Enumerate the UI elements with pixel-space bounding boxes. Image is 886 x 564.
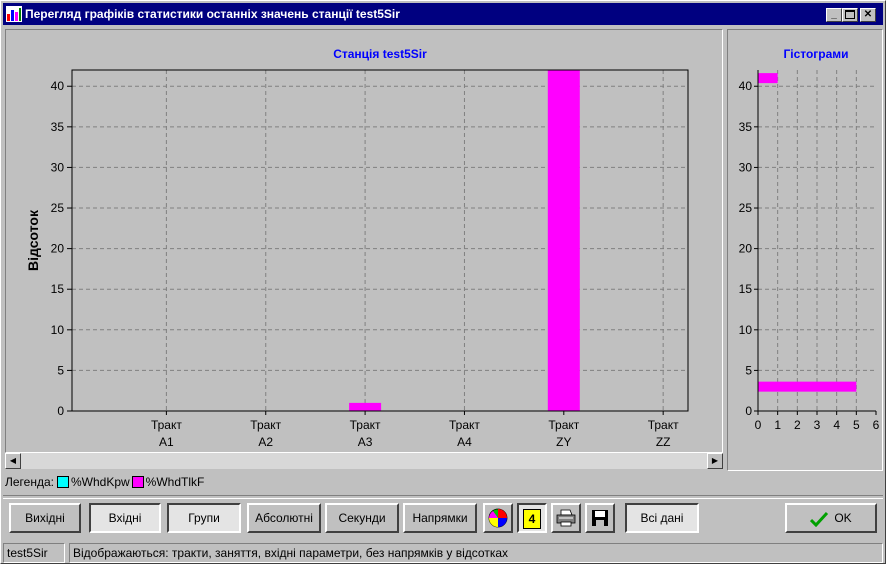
minimize-icon: _ xyxy=(831,9,837,20)
counter-icon: 4 xyxy=(523,509,541,529)
incoming-button[interactable]: Вхідні xyxy=(89,503,161,533)
save-icon xyxy=(592,510,608,526)
x-tick-label: Тракт xyxy=(548,418,579,432)
bar-whdtlkf-a3 xyxy=(349,402,382,411)
pie-chart-button[interactable] xyxy=(483,503,513,533)
y-tick-label: 25 xyxy=(739,201,753,215)
print-button[interactable] xyxy=(551,503,581,533)
main-chart: Станція test5Sir 0 5 10 15 20 25 30 35 40 Тракт A1 Т… xyxy=(25,47,689,449)
printer-icon xyxy=(556,509,576,527)
status-station: test5Sir xyxy=(3,543,65,563)
scroll-left-button[interactable]: ◀ xyxy=(5,453,21,469)
x-tick-label: ZZ xyxy=(656,435,671,449)
x-tick-label: A2 xyxy=(258,435,273,449)
y-tick-label: 10 xyxy=(739,323,753,337)
arrow-left-icon: ◀ xyxy=(9,456,17,465)
y-tick-label: 25 xyxy=(51,201,65,215)
save-button[interactable] xyxy=(585,503,615,533)
x-tick-label: 3 xyxy=(814,418,821,432)
checkmark-icon xyxy=(810,511,829,527)
histogram-panel: Гістограми 0 5 10 15 20 25 30 35 40 0 1 2 3 4 5 6 xyxy=(727,29,883,471)
x-tick-label: 2 xyxy=(794,418,801,432)
close-icon: ✕ xyxy=(863,9,873,20)
all-data-button[interactable]: Всі дані xyxy=(625,503,699,533)
legend-swatch-whdtlkf xyxy=(131,475,144,488)
x-tick-label: Тракт xyxy=(449,418,480,432)
legend-item-whdkpw: %WhdKpw xyxy=(70,475,130,489)
y-tick-label: 40 xyxy=(739,79,753,93)
x-tick-label: A3 xyxy=(358,435,373,449)
horizontal-scrollbar[interactable]: ◀ ▶ xyxy=(5,453,723,469)
bar-whdtlkf-zy xyxy=(547,70,580,411)
arrow-right-icon: ▶ xyxy=(711,456,719,465)
y-tick-label: 15 xyxy=(739,282,753,296)
seconds-button[interactable]: Секунди xyxy=(325,503,399,533)
chart-app-icon xyxy=(6,6,22,22)
x-tick-label: 0 xyxy=(755,418,762,432)
legend-label: Легенда: xyxy=(5,475,54,489)
x-tick-label: A1 xyxy=(159,435,174,449)
x-tick-label: 1 xyxy=(774,418,781,432)
window-title: Перегляд графіків статистики останніх зн… xyxy=(25,7,400,21)
x-tick-label: 6 xyxy=(873,418,880,432)
y-tick-label: 20 xyxy=(739,242,753,256)
y-tick-label: 35 xyxy=(739,120,753,134)
maximize-button[interactable] xyxy=(842,8,858,22)
x-tick-label: Тракт xyxy=(648,418,679,432)
groups-button[interactable]: Групи xyxy=(167,503,241,533)
x-tick-label: A4 xyxy=(457,435,472,449)
y-tick-label: 0 xyxy=(57,404,64,418)
histogram-bar xyxy=(758,381,857,392)
toolbar-separator xyxy=(3,495,883,499)
y-tick-label: 5 xyxy=(57,363,64,377)
y-tick-label: 5 xyxy=(745,363,752,377)
y-axis-label: Відсоток xyxy=(25,209,41,271)
outgoing-button[interactable]: Вихідні xyxy=(9,503,81,533)
directions-button[interactable]: Напрямки xyxy=(403,503,477,533)
y-tick-label: 20 xyxy=(51,242,65,256)
app-window: Перегляд графіків статистики останніх зн… xyxy=(0,0,886,564)
pie-chart-icon xyxy=(488,508,508,528)
status-message: Відображаються: тракти, заняття, вхідні … xyxy=(69,543,883,563)
minimize-button[interactable]: _ xyxy=(826,8,842,22)
absolute-button[interactable]: Абсолютні xyxy=(247,503,321,533)
y-tick-label: 0 xyxy=(745,404,752,418)
main-chart-panel: Станція test5Sir 0 5 10 15 20 25 30 35 40 Тракт A1 Т… xyxy=(5,29,723,453)
y-tick-label: 15 xyxy=(51,282,65,296)
chart-title: Станція test5Sir xyxy=(333,47,427,61)
title-bar: Перегляд графіків статистики останніх зн… xyxy=(3,3,883,25)
histogram-bar xyxy=(758,73,778,84)
scroll-right-button[interactable]: ▶ xyxy=(707,453,723,469)
ok-button[interactable]: OK xyxy=(785,503,877,533)
x-tick-label: Тракт xyxy=(250,418,281,432)
ok-label: OK xyxy=(834,511,852,525)
legend-swatch-whdkpw xyxy=(56,475,69,488)
counter-button[interactable]: 4 xyxy=(517,503,547,533)
y-tick-label: 10 xyxy=(51,323,65,337)
x-tick-label: 5 xyxy=(853,418,860,432)
legend: Легенда: %WhdKpw %WhdTlkF xyxy=(5,475,204,493)
x-tick-label: ZY xyxy=(556,435,571,449)
x-tick-label: Тракт xyxy=(151,418,182,432)
close-button[interactable]: ✕ xyxy=(860,8,876,22)
histogram-chart: Гістограми05101520253035400 1 2 3 4 5 6 xyxy=(739,47,880,432)
y-tick-label: 30 xyxy=(739,160,753,174)
y-tick-label: 40 xyxy=(51,79,65,93)
plot-area xyxy=(71,69,689,412)
histogram-title: Гістограми xyxy=(783,47,848,61)
y-tick-label: 35 xyxy=(51,120,65,134)
y-tick-label: 30 xyxy=(51,160,65,174)
legend-item-whdtlkf: %WhdTlkF xyxy=(145,475,205,489)
x-tick-label: 4 xyxy=(833,418,840,432)
x-tick-label: Тракт xyxy=(350,418,381,432)
maximize-icon xyxy=(845,10,855,19)
